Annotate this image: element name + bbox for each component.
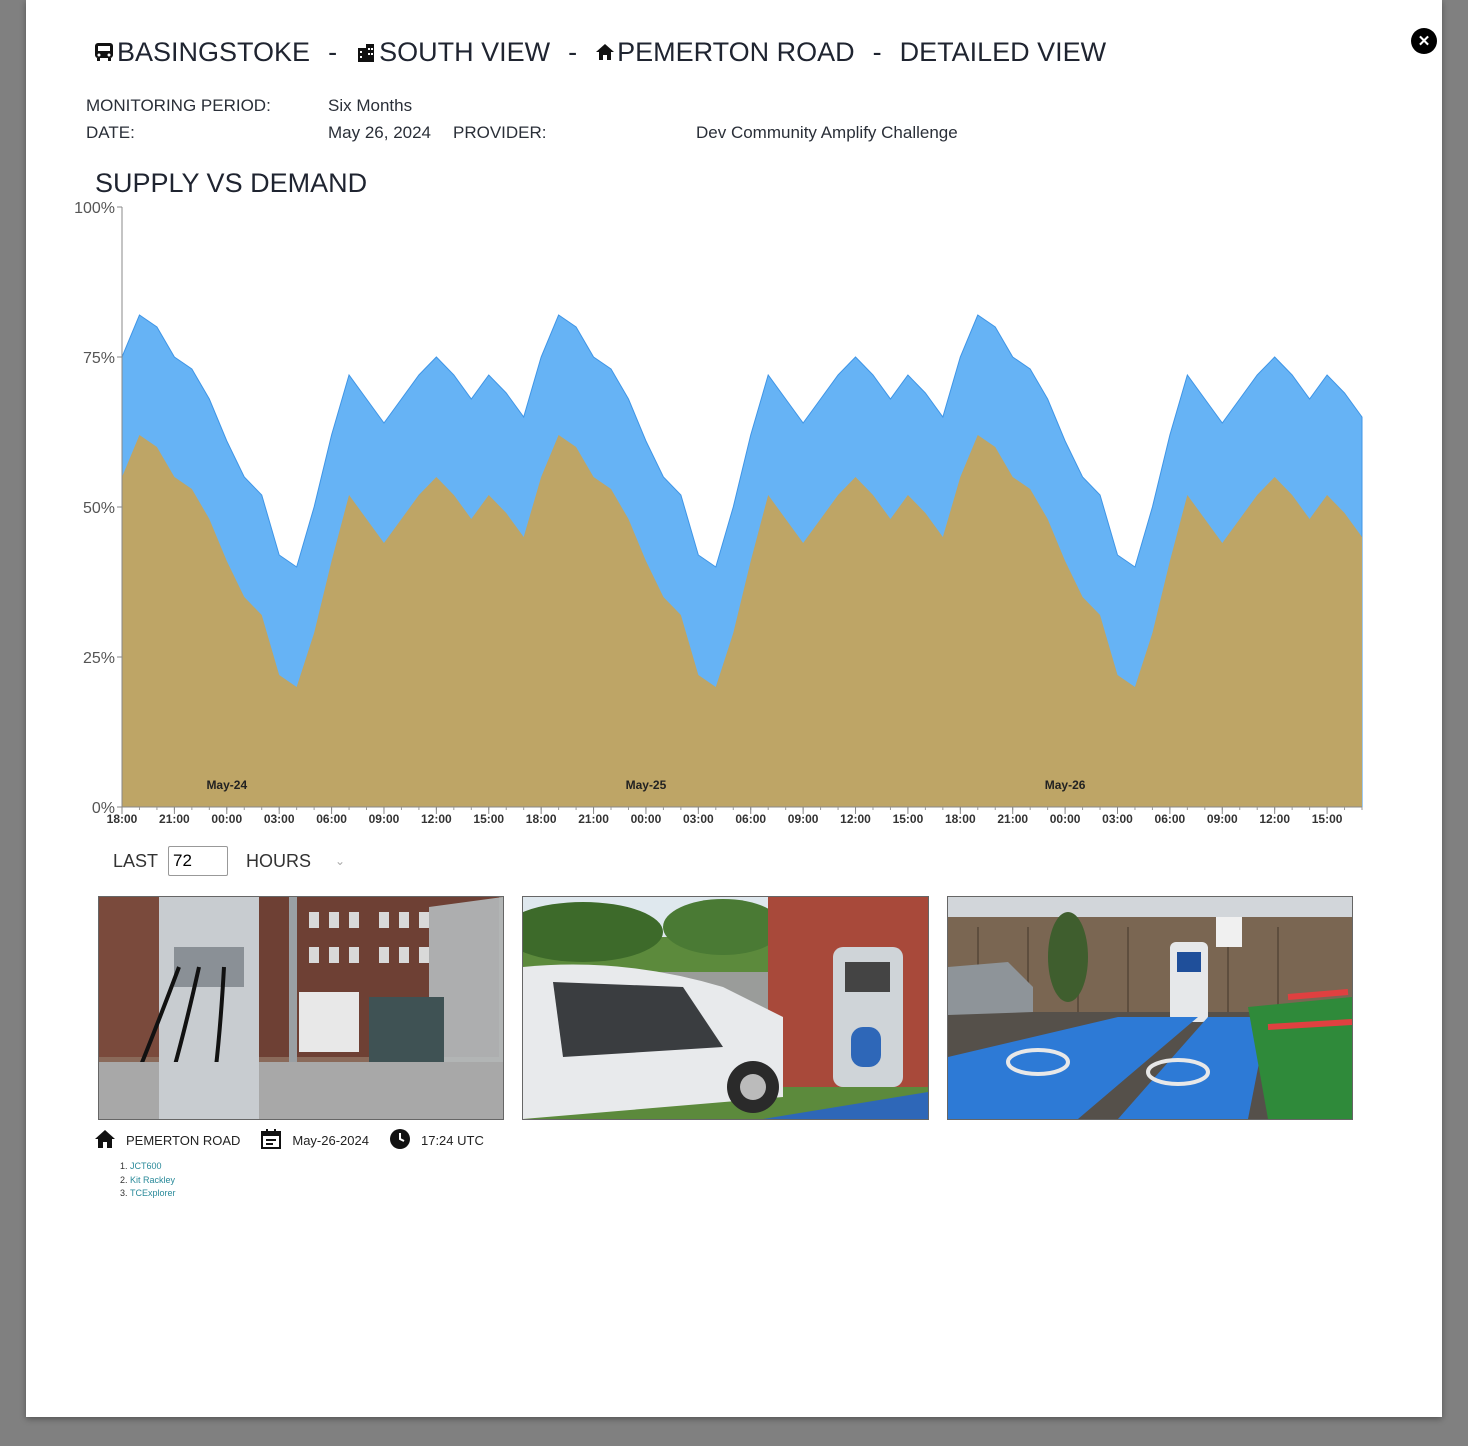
caption-date-text: May-26-2024 — [292, 1133, 369, 1148]
x-tick-label: 18:00 — [107, 812, 138, 826]
credit-item: JCT600 — [130, 1160, 176, 1174]
caption-location: PEMERTON ROAD — [94, 1129, 240, 1152]
x-tick-label: 09:00 — [1207, 812, 1238, 826]
credit-link[interactable]: Kit Rackley — [130, 1175, 175, 1185]
hours-input[interactable] — [168, 846, 229, 876]
x-tick-label: 15:00 — [1312, 812, 1343, 826]
credit-item: TCExplorer — [130, 1187, 176, 1201]
y-tick-label: 25% — [83, 650, 115, 667]
day-label: May-26 — [1045, 778, 1086, 792]
x-tick-label: 00:00 — [1050, 812, 1081, 826]
x-tick-label: 12:00 — [840, 812, 871, 826]
home-icon — [94, 1129, 116, 1152]
photo-caption: PEMERTON ROAD May-26-2024 17:24 UTC — [94, 1128, 504, 1153]
credit-item: Kit Rackley — [130, 1174, 176, 1188]
x-tick-label: 09:00 — [788, 812, 819, 826]
y-tick-label: 75% — [83, 350, 115, 367]
supply-demand-chart: 0%25%50%75%100%18:00 21:00 00:00 03:00 06:00… — [74, 200, 1363, 826]
x-tick-label: 06:00 — [1155, 812, 1186, 826]
caption-time: 17:24 UTC — [389, 1128, 484, 1153]
x-tick-label: 03:00 — [683, 812, 714, 826]
day-label: May-25 — [626, 778, 667, 792]
x-tick-label: 18:00 — [526, 812, 557, 826]
x-tick-label: 21:00 — [997, 812, 1028, 826]
chevron-down-icon[interactable]: ⌄ — [335, 854, 345, 868]
photo-charger-street[interactable] — [98, 896, 504, 1120]
y-tick-label: 100% — [74, 200, 115, 217]
clock-icon — [389, 1128, 411, 1153]
x-tick-label: 06:00 — [316, 812, 347, 826]
x-tick-label: 09:00 — [369, 812, 400, 826]
x-tick-label: 06:00 — [735, 812, 766, 826]
x-tick-label: 15:00 — [893, 812, 924, 826]
x-tick-label: 00:00 — [211, 812, 242, 826]
last-label: LAST — [113, 850, 159, 871]
x-tick-label: 00:00 — [631, 812, 662, 826]
caption-location-text: PEMERTON ROAD — [126, 1133, 241, 1148]
hours-unit-select[interactable]: HOURS — [246, 851, 311, 872]
photo-car-charging[interactable] — [522, 896, 929, 1120]
y-tick-label: 50% — [83, 500, 115, 517]
x-tick-label: 21:00 — [159, 812, 190, 826]
x-tick-label: 03:00 — [264, 812, 295, 826]
caption-time-text: 17:24 UTC — [420, 1133, 484, 1148]
photo-credits: JCT600 Kit Rackley TCExplorer — [103, 1160, 176, 1201]
x-tick-label: 15:00 — [473, 812, 504, 826]
x-tick-label: 12:00 — [421, 812, 452, 826]
credit-link[interactable]: JCT600 — [130, 1161, 162, 1171]
day-label: May-24 — [206, 778, 247, 792]
photo-ev-bays[interactable] — [947, 896, 1353, 1120]
x-tick-label: 18:00 — [945, 812, 976, 826]
x-tick-label: 03:00 — [1102, 812, 1133, 826]
x-tick-label: 12:00 — [1259, 812, 1290, 826]
x-tick-label: 21:00 — [578, 812, 609, 826]
calendar-icon — [260, 1128, 282, 1153]
range-controls: LAST HOURS ⌄ — [113, 846, 345, 876]
caption-date: May-26-2024 — [260, 1128, 369, 1153]
credit-link[interactable]: TCExplorer — [130, 1188, 176, 1198]
